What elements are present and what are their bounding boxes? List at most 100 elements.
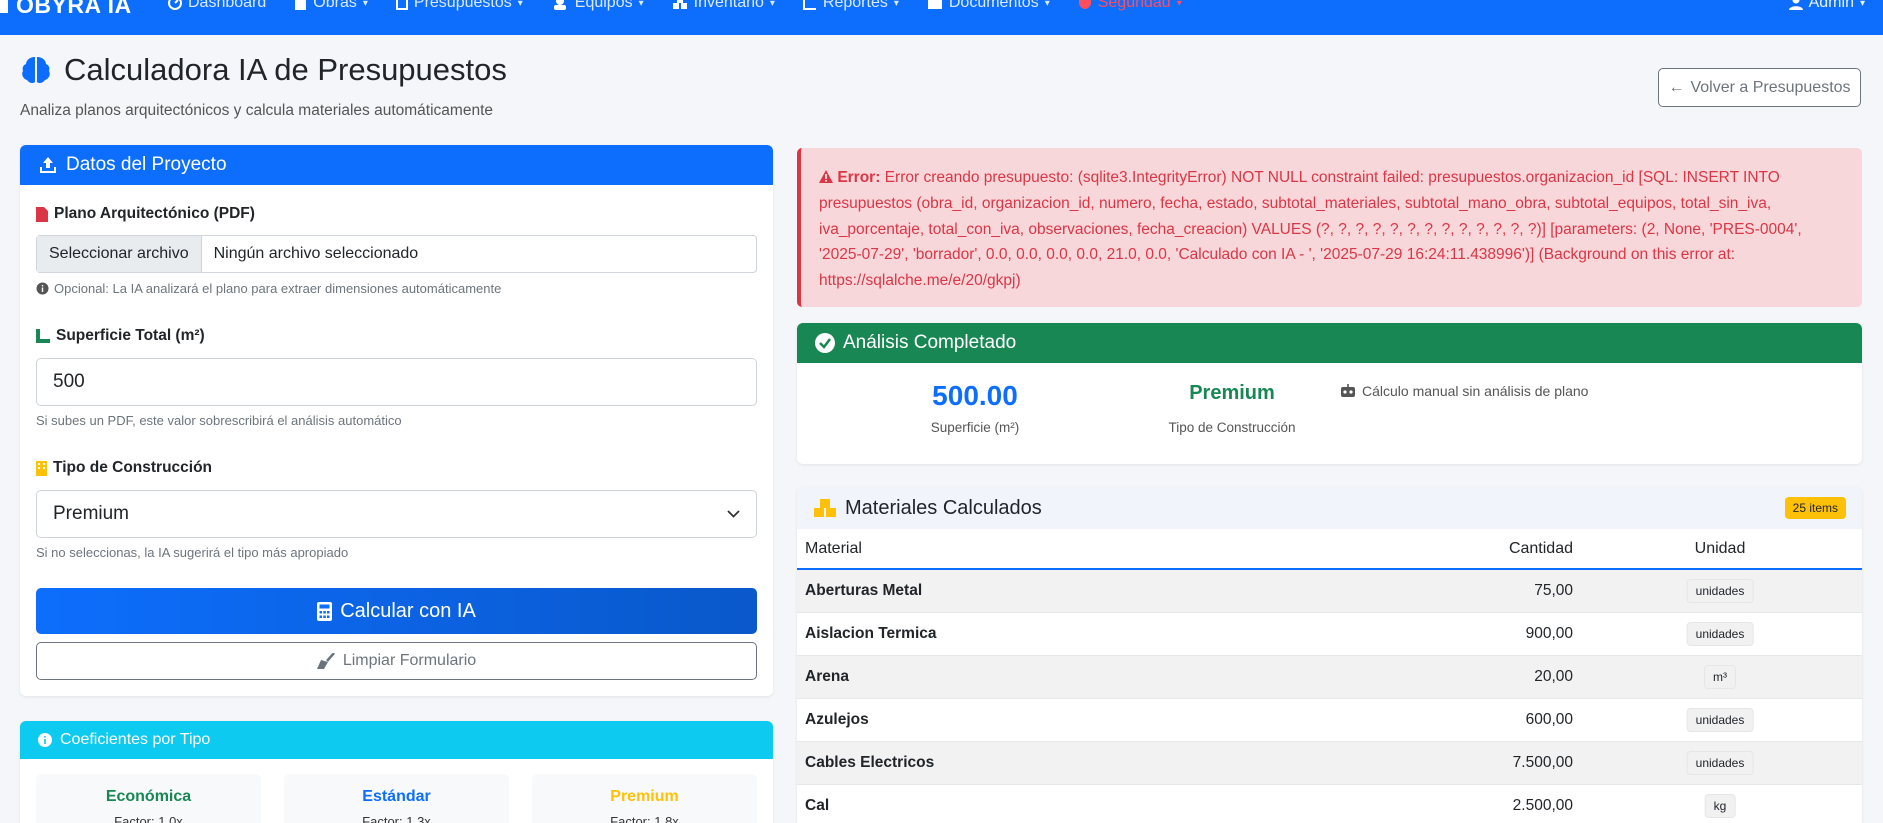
material-name: Cal [805, 797, 830, 814]
table-row: Cables Electricos 7.500,00 unidades [797, 742, 1862, 785]
plan-hint-text: Opcional: La IA analizará el plano para … [54, 281, 502, 296]
plan-label: Plano Arquitectónico (PDF) [36, 205, 255, 223]
chevron-down-icon: ▾ [517, 0, 523, 9]
calculate-button-label: Calcular con IA [340, 599, 476, 622]
user-menu[interactable]: Admin ▾ [1788, 0, 1865, 12]
clear-button-label: Limpiar Formulario [342, 652, 477, 669]
coefficient-name: Estándar [362, 788, 431, 805]
surface-stat-value: 500.00 [932, 380, 1018, 411]
back-button-label: Volver a Presupuestos [1690, 78, 1851, 96]
top-navbar: OBYRA IA Dashboard Obras ▾ Presupuestos … [0, 0, 1883, 35]
material-quantity: 2.500,00 [1512, 797, 1573, 814]
calculator-icon [317, 601, 333, 621]
manual-note-text: Cálculo manual sin análisis de plano [1362, 383, 1589, 399]
brand-icon [0, 0, 8, 13]
material-name: Aislacion Termica [805, 625, 937, 642]
cubes-icon [814, 499, 836, 517]
file-pdf-icon [36, 206, 48, 222]
brand-logo[interactable]: OBYRA IA [0, 0, 132, 19]
broom-icon [316, 653, 335, 669]
nav-item-documentos[interactable]: Documentos ▾ [927, 0, 1050, 12]
nav-item-seguridad[interactable]: Seguridad ▾ [1078, 0, 1182, 12]
plan-file-input[interactable]: Seleccionar archivo Ningún archivo selec… [36, 235, 757, 273]
construction-type-value: Premium [53, 503, 130, 524]
construction-type-select[interactable]: Premium [36, 490, 757, 538]
material-quantity: 7.500,00 [1512, 754, 1573, 771]
chevron-down-icon: ▾ [769, 0, 775, 9]
nav-item-label: Obras [313, 0, 357, 11]
coefficient-estandar: Estándar Factor: 1.3x [284, 774, 509, 823]
warning-icon [819, 170, 833, 183]
surface-input[interactable]: 500 [36, 358, 757, 406]
user-icon [1788, 0, 1803, 10]
plan-hint: Opcional: La IA analizará el plano para … [36, 281, 501, 296]
arrow-left-icon: ← [1668, 78, 1685, 96]
chevron-down-icon: ▾ [362, 0, 368, 9]
coefficients-card: Coeficientes por Tipo Económica Factor: … [20, 721, 773, 823]
boxes-icon [672, 0, 687, 9]
brain-icon [22, 57, 50, 84]
construction-type-stat-value: Premium [1189, 382, 1275, 404]
nav-item-label: Documentos [948, 0, 1039, 11]
page-subtitle: Analiza planos arquitectónicos y calcula… [20, 102, 493, 119]
items-count-badge: 25 items [1784, 497, 1846, 519]
materials-header: Materiales Calculados 25 items [797, 487, 1862, 529]
coefficient-factor: Factor: 1.3x [362, 814, 431, 823]
nav-item-dashboard[interactable]: Dashboard [168, 0, 266, 12]
project-data-card: Datos del Proyecto Plano Arquitectónico … [20, 145, 773, 696]
construction-type-label-text: Tipo de Construcción [53, 459, 213, 476]
table-header: Material Cantidad Unidad [797, 529, 1862, 570]
nav-item-reportes[interactable]: Reportes ▾ [802, 0, 899, 12]
back-to-budgets-button[interactable]: ← Volver a Presupuestos [1658, 68, 1861, 107]
calculate-with-ai-button[interactable]: Calcular con IA [36, 588, 757, 634]
nav-item-label: Equipos [574, 0, 633, 11]
table-row: Arena 20,00 m³ [797, 656, 1862, 699]
nav-item-obras[interactable]: Obras ▾ [294, 0, 368, 12]
nav-item-inventario[interactable]: Inventario ▾ [672, 0, 775, 12]
card-title: Coeficientes por Tipo [60, 731, 211, 748]
choose-file-button[interactable]: Seleccionar archivo [37, 236, 202, 272]
construction-type-hint: Si no seleccionas, la IA sugerirá el tip… [36, 545, 349, 560]
nav-item-presupuestos[interactable]: Presupuestos ▾ [395, 0, 523, 12]
chevron-down-icon [727, 510, 740, 518]
coefficient-economica: Económica Factor: 1.0x [36, 774, 261, 823]
column-header-quantity: Cantidad [1508, 539, 1573, 557]
nav-menu: Dashboard Obras ▾ Presupuestos ▾ Equipos… [168, 0, 1182, 12]
coefficient-premium: Premium Factor: 1.8x [532, 774, 757, 823]
nav-item-label: Inventario [693, 0, 764, 11]
column-header-material: Material [805, 539, 862, 557]
chevron-down-icon: ▾ [893, 0, 899, 9]
calculator-icon [395, 0, 408, 10]
material-name: Arena [805, 668, 849, 685]
material-unit: unidades [1686, 708, 1754, 732]
table-row: Aberturas Metal 75,00 unidades [797, 570, 1862, 613]
construction-type-stat: Premium Tipo de Construcción [1137, 382, 1327, 435]
nav-item-label: Presupuestos [413, 0, 512, 11]
material-quantity: 20,00 [1534, 668, 1573, 685]
surface-label-text: Superficie Total (m²) [56, 327, 205, 344]
building-icon [295, 0, 307, 10]
upload-icon [40, 157, 56, 173]
coefficient-factor: Factor: 1.8x [610, 814, 679, 823]
chevron-down-icon: ▾ [1176, 0, 1182, 9]
brand-name: OBYRA IA [16, 0, 132, 18]
material-name: Aberturas Metal [805, 582, 923, 599]
error-label: Error: [837, 169, 881, 186]
material-unit: unidades [1686, 751, 1754, 775]
nav-item-equipos[interactable]: Equipos ▾ [551, 0, 644, 12]
building-icon [36, 460, 47, 476]
info-icon [38, 733, 52, 747]
table-row: Aislacion Termica 900,00 unidades [797, 613, 1862, 656]
chevron-down-icon: ▾ [1859, 0, 1865, 9]
analysis-header: Análisis Completado [797, 323, 1862, 363]
coefficients-header: Coeficientes por Tipo [20, 721, 773, 759]
surface-stat-label: Superficie (m²) [930, 420, 1020, 435]
manual-calculation-note: Cálculo manual sin análisis de plano [1340, 383, 1588, 399]
card-title: Materiales Calculados [845, 496, 1042, 519]
clear-form-button[interactable]: Limpiar Formulario [36, 642, 757, 680]
material-quantity: 75,00 [1534, 582, 1573, 599]
robot-icon [1341, 384, 1355, 397]
chevron-down-icon: ▾ [1044, 0, 1050, 9]
page-title-text: Calculadora IA de Presupuestos [64, 52, 507, 87]
material-unit: unidades [1686, 579, 1754, 603]
